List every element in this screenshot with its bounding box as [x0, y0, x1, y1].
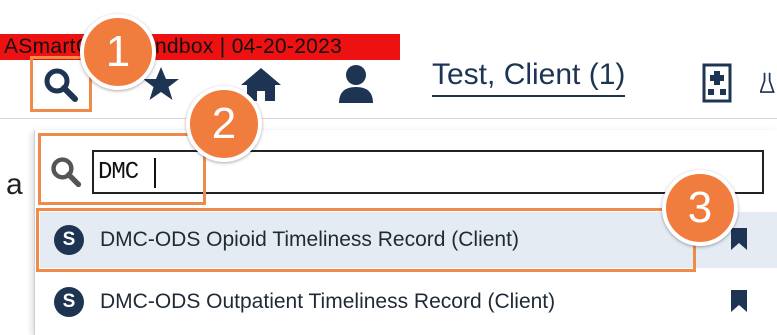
search-input-highlight — [38, 133, 206, 205]
client-name-link[interactable]: Test, Client (1) — [432, 55, 626, 97]
search-result-item[interactable]: S DMC-ODS Outpatient Timeliness Record (… — [40, 274, 777, 330]
hospital-icon[interactable] — [700, 62, 734, 104]
bookmark-icon[interactable] — [731, 290, 747, 312]
screen-type-badge: S — [54, 287, 84, 317]
bookmark-icon[interactable] — [731, 228, 747, 250]
search-result-label: DMC-ODS Outpatient Timeliness Record (Cl… — [100, 290, 556, 313]
result-row-highlight — [36, 208, 696, 272]
callout-step-1: 1 — [80, 14, 156, 90]
user-icon[interactable] — [336, 62, 376, 106]
flask-icon[interactable] — [760, 62, 777, 104]
toolbar-divider — [0, 118, 777, 119]
callout-step-2: 2 — [186, 86, 262, 162]
callout-step-3: 3 — [662, 170, 738, 246]
page-title-partial: a — [6, 168, 23, 201]
